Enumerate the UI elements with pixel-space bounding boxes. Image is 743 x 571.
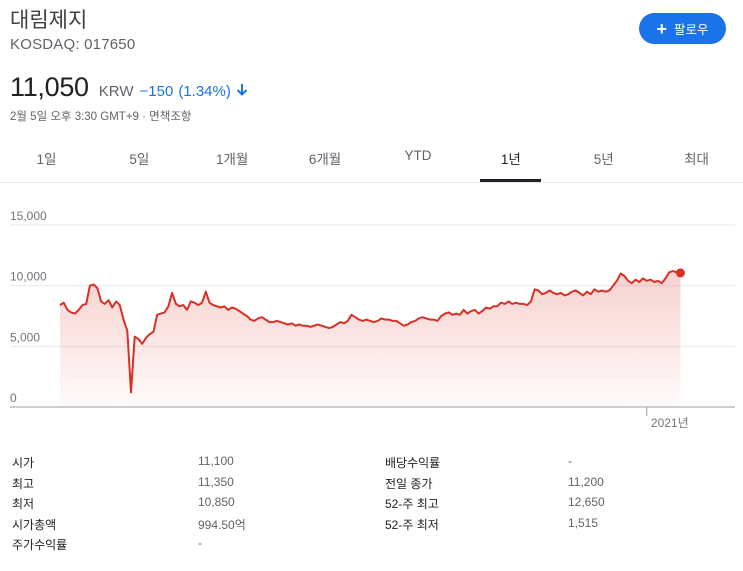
stat-label: 최고 [12, 476, 35, 491]
stat-value: 11,100 [198, 454, 234, 468]
price-row: 11,050 KRW −150 (1.34%) [10, 72, 248, 103]
tab-3[interactable]: 6개월 [279, 136, 372, 182]
stat-label: 52-주 최고 [385, 497, 439, 511]
last-price-marker [675, 268, 685, 278]
tab-0[interactable]: 1일 [0, 136, 93, 182]
tab-5[interactable]: 1년 [464, 136, 557, 182]
price-change-percent: (1.34%) [178, 83, 231, 100]
stat-value: 994.50억 [198, 517, 246, 532]
x-tick-label: 2021년 [651, 416, 689, 430]
stat-label: 주가수익률 [12, 538, 68, 552]
follow-label: 팔로우 [674, 23, 709, 37]
y-tick-label: 5,000 [10, 330, 40, 344]
ticker-symbol: KOSDAQ: 017650 [10, 36, 136, 53]
tabs-divider [0, 182, 743, 183]
plus-icon: + [656, 18, 667, 39]
stat-value: 11,200 [568, 474, 604, 489]
stat-label: 전일 종가 [385, 476, 433, 491]
stat-value: 11,350 [198, 474, 234, 489]
currency: KRW [98, 83, 134, 100]
tab-2[interactable]: 1개월 [186, 136, 279, 182]
tab-1[interactable]: 5일 [93, 136, 186, 182]
y-tick-label: 0 [10, 391, 17, 405]
stat-value: - [568, 454, 572, 468]
price-chart[interactable]: 15,000 10,000 5,000 0 2021년 [0, 200, 743, 440]
current-price: 11,050 [10, 72, 89, 102]
tab-6[interactable]: 5년 [557, 136, 650, 182]
stat-label: 배당수익률 [385, 456, 441, 470]
y-tick-label: 10,000 [10, 270, 47, 284]
range-tabs: 1일 5일 1개월 6개월 YTD 1년 5년 최대 [0, 136, 743, 182]
stat-value: 12,650 [568, 495, 605, 509]
stat-value: - [198, 536, 202, 550]
stat-value: 10,850 [198, 495, 235, 509]
quote-timestamp: 2월 5일 오후 3:30 GMT+9 · 면책조항 [10, 111, 192, 123]
y-tick-label: 15,000 [10, 209, 47, 223]
stat-label: 시가 [12, 456, 35, 470]
follow-button[interactable]: + 팔로우 [639, 13, 726, 44]
tab-7[interactable]: 최대 [650, 136, 743, 182]
price-change: −150 [139, 83, 174, 100]
arrow-down-icon [236, 83, 248, 100]
stat-label: 52-주 최저 [385, 517, 439, 532]
stat-label: 시가총액 [12, 517, 57, 532]
stat-label: 최저 [12, 497, 35, 511]
company-name: 대림제지 [10, 9, 88, 32]
stat-value: 1,515 [568, 515, 599, 530]
tab-4[interactable]: YTD [372, 136, 465, 182]
